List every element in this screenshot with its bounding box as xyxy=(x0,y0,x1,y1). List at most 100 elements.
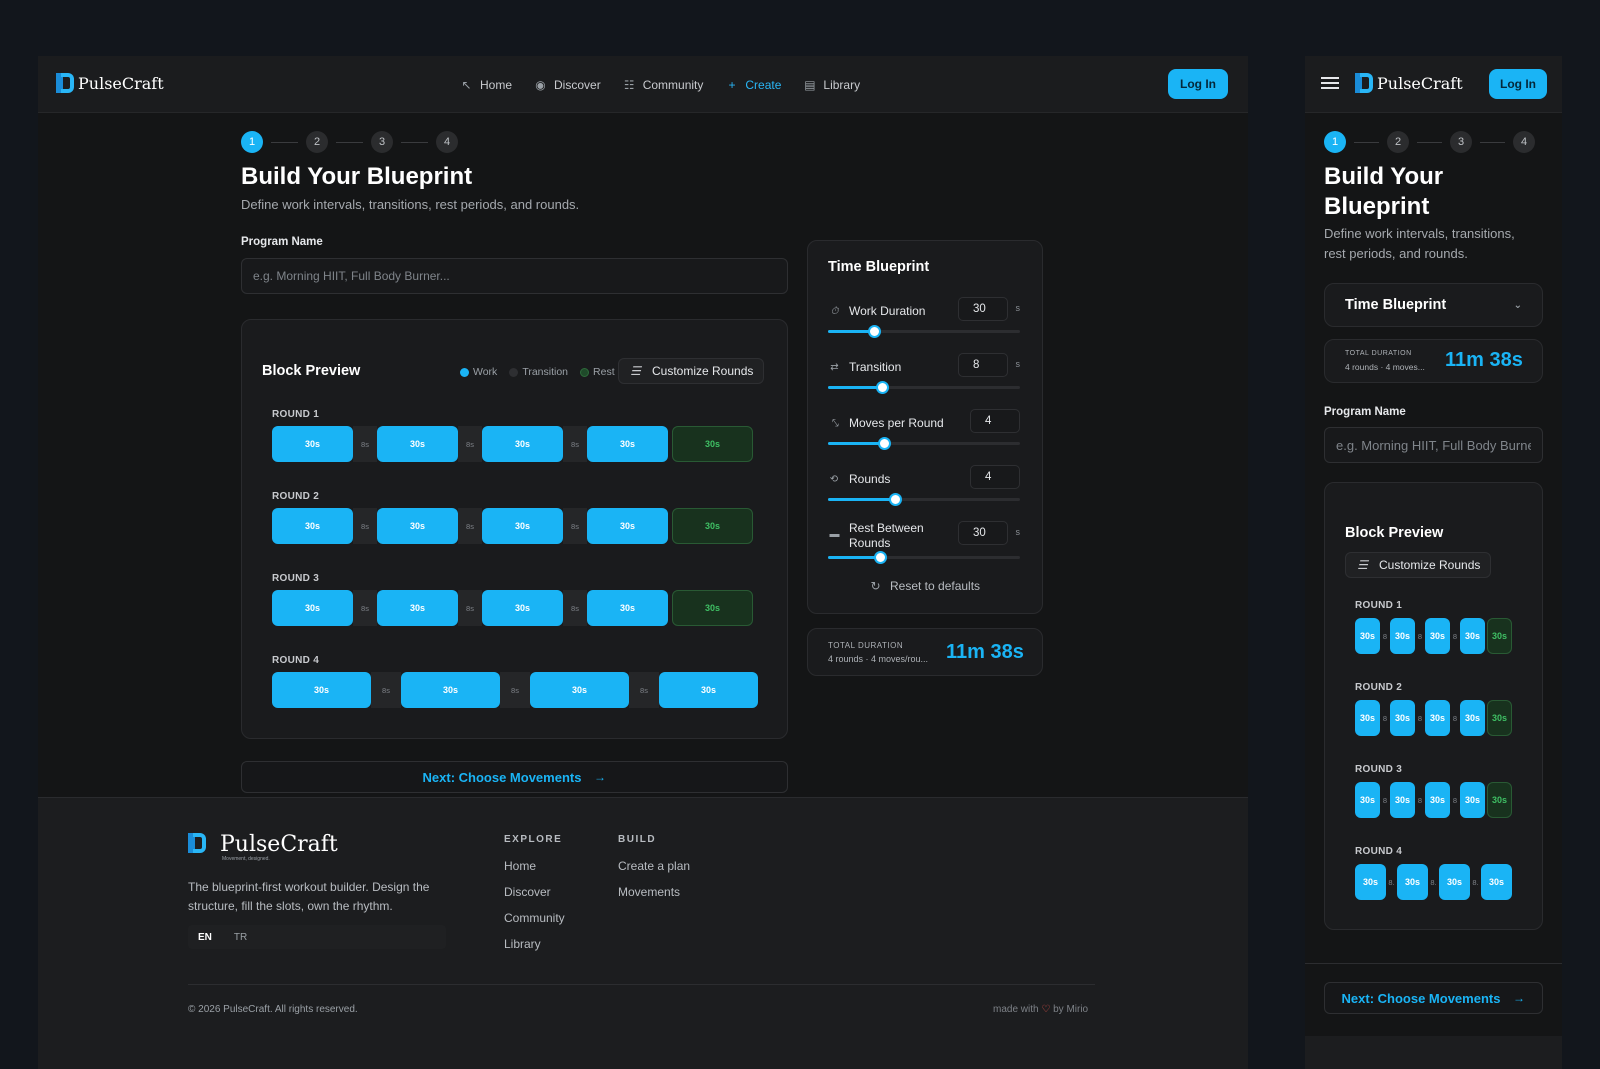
footer-link-discover[interactable]: Discover xyxy=(504,885,565,899)
work-block[interactable]: 30s xyxy=(1355,700,1380,736)
rest-block[interactable]: 30s xyxy=(672,590,753,626)
work-block[interactable]: 30s xyxy=(1460,700,1485,736)
rounds-slider[interactable] xyxy=(828,493,1020,506)
hamburger-menu-icon[interactable] xyxy=(1321,77,1339,89)
work-block[interactable]: 30s xyxy=(482,426,563,462)
mobile-footer-start xyxy=(1305,1036,1562,1069)
work-block[interactable]: 30s xyxy=(272,672,371,708)
made-with: made with ♡ by Mirio xyxy=(993,1004,1089,1015)
transition-block: 8s xyxy=(563,508,587,544)
work-block[interactable]: 30s xyxy=(401,672,500,708)
work-block[interactable]: 30s xyxy=(587,426,668,462)
work-block[interactable]: 30s xyxy=(1355,618,1380,654)
work-block[interactable]: 30s xyxy=(377,590,458,626)
transition-slider[interactable] xyxy=(828,381,1020,394)
work-duration-slider[interactable] xyxy=(828,325,1020,338)
work-block[interactable]: 30s xyxy=(587,508,668,544)
login-button[interactable]: Log In xyxy=(1168,69,1228,99)
work-block[interactable]: 30s xyxy=(1397,864,1428,900)
footer-link-community[interactable]: Community xyxy=(504,911,565,925)
transition-input[interactable]: 8 xyxy=(958,353,1008,377)
work-block[interactable]: 30s xyxy=(1481,864,1512,900)
work-block[interactable]: 30s xyxy=(659,672,758,708)
step-3[interactable]: 3 xyxy=(1450,131,1472,153)
moves-per-round-slider[interactable] xyxy=(828,437,1020,450)
nav-community[interactable]: ☷ Community xyxy=(623,78,704,92)
reset-defaults-button[interactable]: ↻ Reset to defaults xyxy=(869,579,980,593)
work-block[interactable]: 30s xyxy=(377,426,458,462)
mobile-login-button[interactable]: Log In xyxy=(1489,69,1547,99)
work-block[interactable]: 30s xyxy=(272,426,353,462)
nav-home[interactable]: ↖ Home xyxy=(460,78,512,92)
work-block[interactable]: 30s xyxy=(1390,700,1415,736)
step-4[interactable]: 4 xyxy=(1513,131,1535,153)
step-2[interactable]: 2 xyxy=(1387,131,1409,153)
rounds-input[interactable]: 4 xyxy=(970,465,1020,489)
work-block[interactable]: 30s xyxy=(1460,782,1485,818)
step-1[interactable]: 1 xyxy=(241,131,263,153)
work-block[interactable]: 30s xyxy=(1355,864,1386,900)
mobile-next-button[interactable]: Next: Choose Movements → xyxy=(1324,982,1543,1014)
rest-block[interactable]: 30s xyxy=(672,508,753,544)
mobile-brand-logo[interactable]: PulseCraft xyxy=(1355,73,1463,93)
work-block[interactable]: 30s xyxy=(1460,618,1485,654)
moves-per-round-input[interactable]: 4 xyxy=(970,409,1020,433)
total-duration-summary: 4 rounds · 4 moves/rou... xyxy=(828,654,929,664)
work-block[interactable]: 30s xyxy=(482,590,563,626)
work-block[interactable]: 30s xyxy=(1425,700,1450,736)
lang-en[interactable]: EN xyxy=(190,932,220,943)
rest-between-rounds-input[interactable]: 30 xyxy=(958,521,1008,545)
work-block[interactable]: 30s xyxy=(530,672,629,708)
footer-link-home[interactable]: Home xyxy=(504,859,565,873)
step-1[interactable]: 1 xyxy=(1324,131,1346,153)
work-block[interactable]: 30s xyxy=(1355,782,1380,818)
footer-build: BUILD Create a plan Movements xyxy=(618,834,691,899)
work-block[interactable]: 30s xyxy=(377,508,458,544)
slider-handle[interactable] xyxy=(877,437,891,450)
work-block[interactable]: 30s xyxy=(1390,618,1415,654)
logo-mark-icon xyxy=(188,833,214,863)
rest-block[interactable]: 30s xyxy=(1487,618,1512,654)
customize-rounds-button[interactable]: ☰ Customize Rounds xyxy=(618,358,765,384)
step-2[interactable]: 2 xyxy=(306,131,328,153)
mobile-customize-rounds-button[interactable]: ☰ Customize Rounds xyxy=(1345,552,1492,578)
nav-discover[interactable]: ◉ Discover xyxy=(534,78,600,92)
footer-link-movements[interactable]: Movements xyxy=(618,885,690,899)
work-block[interactable]: 30s xyxy=(482,508,563,544)
work-duration-input[interactable]: 30 xyxy=(958,297,1008,321)
slider-handle[interactable] xyxy=(868,325,882,338)
footer-tagline: Movement, designed. xyxy=(222,856,270,862)
work-block[interactable]: 30s xyxy=(1425,782,1450,818)
rest-between-rounds-slider[interactable] xyxy=(828,551,1020,564)
program-name-input[interactable] xyxy=(241,258,788,294)
slider-handle[interactable] xyxy=(875,381,889,394)
work-block[interactable]: 30s xyxy=(1439,864,1470,900)
nav-create[interactable]: + Create xyxy=(725,78,781,92)
mobile-program-name-input[interactable] xyxy=(1324,427,1543,463)
desktop-view: PulseCraft ↖ Home ◉ Discover ☷ Community + C… xyxy=(38,56,1248,1069)
rest-block[interactable]: 30s xyxy=(1487,700,1512,736)
brand-logo[interactable]: PulseCraft xyxy=(56,73,164,93)
program-name-label: Program Name xyxy=(241,236,323,248)
rest-block[interactable]: 30s xyxy=(672,426,753,462)
rest-block[interactable]: 30s xyxy=(1487,782,1512,818)
work-block[interactable]: 30s xyxy=(272,590,353,626)
step-4[interactable]: 4 xyxy=(436,131,458,153)
work-block[interactable]: 30s xyxy=(1390,782,1415,818)
slider-handle[interactable] xyxy=(873,551,887,564)
work-duration-control: ⏱ Work Duration 30 s xyxy=(828,297,1020,338)
step-3[interactable]: 3 xyxy=(371,131,393,153)
work-block[interactable]: 30s xyxy=(1425,618,1450,654)
footer-logo[interactable]: PulseCraft Movement, designed. xyxy=(188,833,338,863)
total-duration-card: TOTAL DURATION 4 rounds · 4 moves/rou...… xyxy=(807,628,1043,676)
slider-handle[interactable] xyxy=(889,493,903,506)
work-block[interactable]: 30s xyxy=(587,590,668,626)
footer-link-create-plan[interactable]: Create a plan xyxy=(618,859,690,873)
next-choose-movements-button[interactable]: Next: Choose Movements → xyxy=(241,761,788,793)
lang-tr[interactable]: TR xyxy=(226,932,255,943)
moves-per-round-control: ⤡ Moves per Round 4 xyxy=(828,409,1020,450)
work-block[interactable]: 30s xyxy=(272,508,353,544)
footer-link-library[interactable]: Library xyxy=(504,937,565,951)
time-blueprint-accordion[interactable]: Time Blueprint ⌄ xyxy=(1324,283,1543,327)
nav-library[interactable]: ▤ Library xyxy=(803,78,860,92)
